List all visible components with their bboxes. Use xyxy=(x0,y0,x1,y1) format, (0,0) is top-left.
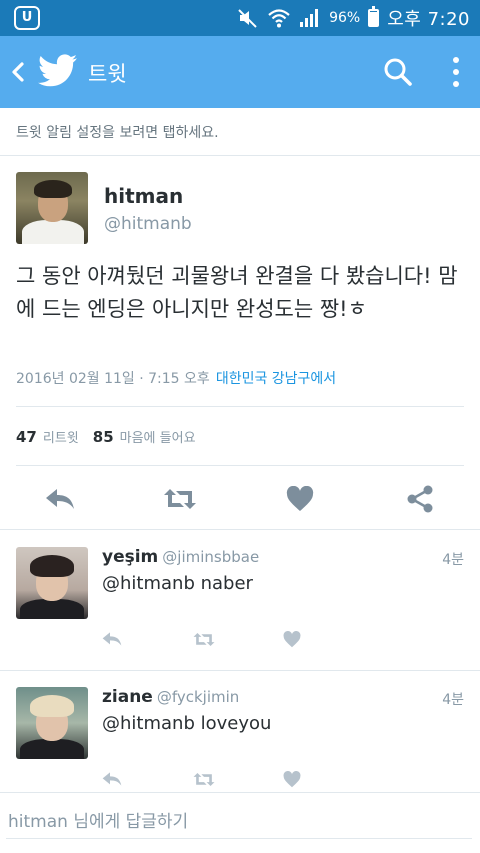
twitter-bird-icon xyxy=(38,54,77,87)
tweet-timestamp: 2016년 02월 11일 · 7:15 오후 xyxy=(16,371,210,387)
author-name[interactable]: hitman xyxy=(104,184,183,208)
reply-button[interactable] xyxy=(98,627,126,651)
mute-icon xyxy=(238,9,257,28)
status-bar: U 96% 오후 7:20 xyxy=(0,0,480,36)
heart-icon xyxy=(286,486,314,511)
like-button[interactable] xyxy=(278,627,306,651)
retweet-count: 47 xyxy=(16,427,37,446)
retweet-label: 리트윗 xyxy=(42,430,79,446)
app-badge-icon: U xyxy=(14,6,40,30)
reply-text: @hitmanb naber xyxy=(102,573,253,594)
status-icons: 96% 오후 7:20 xyxy=(237,0,470,36)
like-count: 85 xyxy=(92,427,114,446)
reply-author-name: ziane xyxy=(102,687,153,707)
search-button[interactable] xyxy=(378,52,418,92)
more-vert-icon xyxy=(453,69,459,75)
avatar-body-shape xyxy=(20,739,84,759)
reply-button[interactable] xyxy=(98,767,126,791)
back-button[interactable] xyxy=(6,54,30,90)
avatar-hair-shape xyxy=(34,180,72,198)
clock: 오후 7:20 xyxy=(387,9,470,30)
reply-time: 4분 xyxy=(442,692,464,708)
battery-icon xyxy=(368,6,380,27)
more-vert-icon xyxy=(453,81,459,87)
share-icon xyxy=(407,485,433,513)
like-label: 마음에 들어요 xyxy=(119,430,196,446)
retweet-icon xyxy=(193,632,215,646)
reply-author-name: yeşim xyxy=(102,547,159,567)
retweet-icon xyxy=(193,772,215,786)
avatar-hair-shape xyxy=(30,695,74,717)
like-button[interactable] xyxy=(278,767,306,791)
back-arrow-icon xyxy=(12,62,24,82)
reply-icon xyxy=(102,772,122,786)
avatar-body-shape xyxy=(22,220,84,244)
signal-icon xyxy=(300,9,319,27)
app-bar: 트윗 xyxy=(0,36,480,108)
share-button[interactable] xyxy=(402,484,438,514)
reply-author-handle: @fyckjimin xyxy=(156,688,240,706)
heart-icon xyxy=(283,630,301,647)
battery-fill xyxy=(370,11,378,25)
retweet-button[interactable] xyxy=(162,484,198,514)
retweet-icon xyxy=(164,489,196,509)
tweet-actions xyxy=(0,468,480,530)
heart-icon xyxy=(283,770,301,787)
tweet-stats: 47 리트윗 85 마음에 들어요 xyxy=(16,406,464,466)
tweet-meta: 2016년 02월 11일 · 7:15 오후 대한민국 강남구에서 xyxy=(16,368,336,388)
reply-icon xyxy=(46,489,74,509)
avatar-body-shape xyxy=(20,599,84,619)
battery-percent: 96% xyxy=(329,10,361,26)
avatar[interactable] xyxy=(16,547,88,619)
retweet-button[interactable] xyxy=(190,767,218,791)
like-stat[interactable]: 85 마음에 들어요 xyxy=(93,427,196,446)
reply-author[interactable]: ziane @fyckjimin xyxy=(102,687,239,707)
reply-composer xyxy=(0,792,480,853)
avatar-hair-shape xyxy=(30,555,74,577)
avatar[interactable] xyxy=(16,172,88,244)
reply-tweet[interactable]: ziane @fyckjimin 4분 @hitmanb loveyou xyxy=(0,671,480,811)
retweet-stat[interactable]: 47 리트윗 xyxy=(16,427,79,446)
reply-text: @hitmanb loveyou xyxy=(102,713,272,734)
like-button[interactable] xyxy=(282,484,318,514)
more-options-button[interactable] xyxy=(440,52,472,92)
search-icon xyxy=(384,58,412,86)
wifi-icon xyxy=(268,9,290,28)
reply-author-handle: @jiminsbbae xyxy=(162,548,260,566)
reply-author[interactable]: yeşim @jiminsbbae xyxy=(102,547,259,567)
reply-icon xyxy=(102,632,122,646)
reply-time: 4분 xyxy=(442,552,464,568)
reply-button[interactable] xyxy=(42,484,78,514)
author-handle[interactable]: @hitmanb xyxy=(104,214,192,234)
avatar[interactable] xyxy=(16,687,88,759)
page-title: 트윗 xyxy=(88,62,127,86)
tweet-location[interactable]: 대한민국 강남구에서 xyxy=(216,371,336,387)
notification-settings-banner[interactable]: 트윗 알림 설정을 보려면 탭하세요. xyxy=(0,108,480,156)
reply-tweet[interactable]: yeşim @jiminsbbae 4분 @hitmanb naber xyxy=(0,531,480,671)
more-vert-icon xyxy=(453,57,459,63)
retweet-button[interactable] xyxy=(190,627,218,651)
reply-input[interactable] xyxy=(6,805,472,839)
tweet-text: 그 동안 아껴뒀던 괴물왕녀 완결을 다 봤습니다! 맘에 드는 엔딩은 아니지… xyxy=(16,264,458,321)
